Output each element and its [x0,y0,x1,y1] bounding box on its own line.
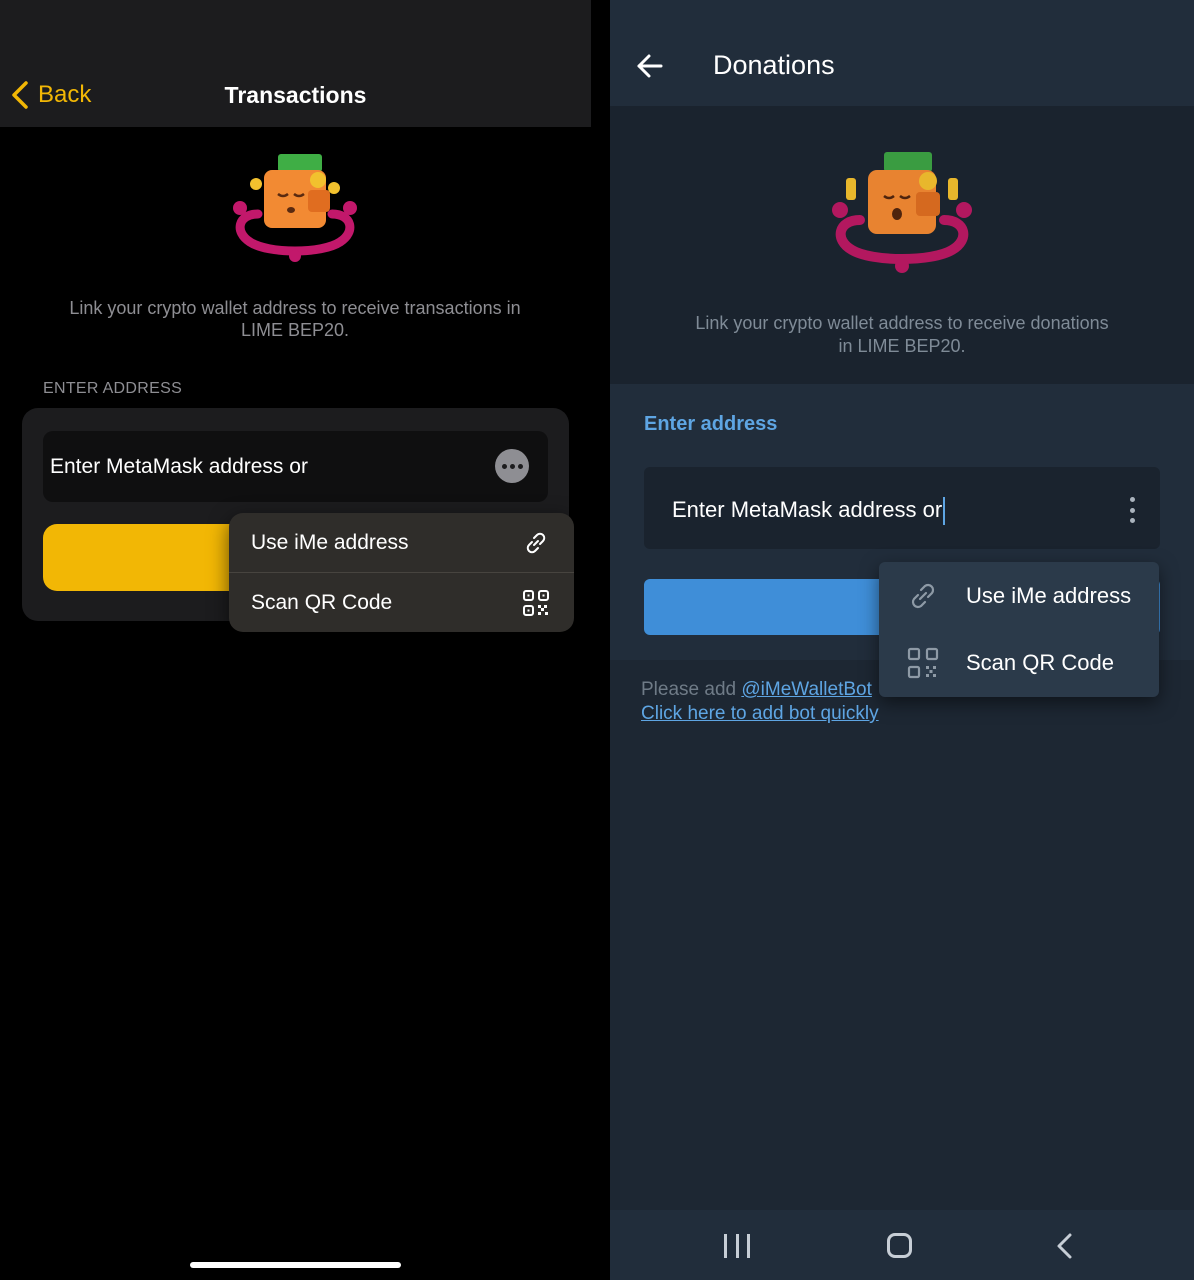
ios-menu-item-label: Scan QR Code [251,590,393,614]
android-page-title: Donations [713,50,835,80]
arrow-left-icon[interactable] [636,52,664,80]
recents-icon[interactable] [724,1234,750,1258]
link-icon [526,532,546,553]
link-icon [911,583,935,608]
ios-screen: Back Transactions Link your crypto walle… [0,0,591,1280]
android-address-text: Enter MetaMask address or [672,497,943,522]
wallet-mascot-icon [233,154,357,262]
bot-link[interactable]: @iMeWalletBot [741,679,872,700]
ios-address-placeholder: Enter MetaMask address or [50,455,308,478]
android-toolbar: Donations [610,0,1194,106]
android-address-input[interactable]: Enter MetaMask address or [644,467,1160,549]
ios-section-label: ENTER ADDRESS [43,380,183,397]
ios-address-input[interactable]: Enter MetaMask address or [43,431,548,502]
ios-menu-item-use-ime-address[interactable]: Use iMe address [229,513,574,572]
android-menu-item-scan-qr[interactable]: Scan QR Code [879,629,1159,696]
android-menu-item-label: Scan QR Code [966,649,1114,675]
qr-code-icon [907,647,939,678]
wallet-mascot-icon [832,152,972,273]
home-indicator[interactable] [190,1262,401,1268]
ios-menu-item-scan-qr[interactable]: Scan QR Code [229,572,574,632]
divider [591,0,610,1280]
qr-code-icon [523,589,549,616]
android-description: Link your crypto wallet address to recei… [695,313,1109,356]
android-section-label: Enter address [644,413,778,435]
android-nav-bar [610,1210,1194,1280]
android-menu-item-label: Use iMe address [966,582,1132,608]
android-screen: Donations Link your crypto wallet addres… [610,0,1194,1280]
android-footer-text: Please add @iMeWalletBot Click here to a… [641,678,879,726]
text-cursor [943,497,946,526]
add-bot-link[interactable]: Click here to add bot quickly [641,703,879,724]
ios-context-menu: Use iMe address Scan QR Code [229,513,574,632]
android-popup-menu: Use iMe address Scan QR Code [879,562,1159,697]
back-icon[interactable] [1054,1232,1074,1260]
ios-menu-item-label: Use iMe address [251,530,409,554]
more-vert-icon[interactable] [1127,497,1137,523]
ios-description: Link your crypto wallet address to recei… [69,298,521,340]
home-icon[interactable] [887,1233,912,1258]
android-menu-item-use-ime-address[interactable]: Use iMe address [879,562,1159,629]
footer-prefix: Please add [641,679,737,700]
ios-nav-bar: Back Transactions [0,0,591,127]
ios-page-title: Transactions [224,82,367,108]
more-options-icon[interactable] [495,449,529,483]
